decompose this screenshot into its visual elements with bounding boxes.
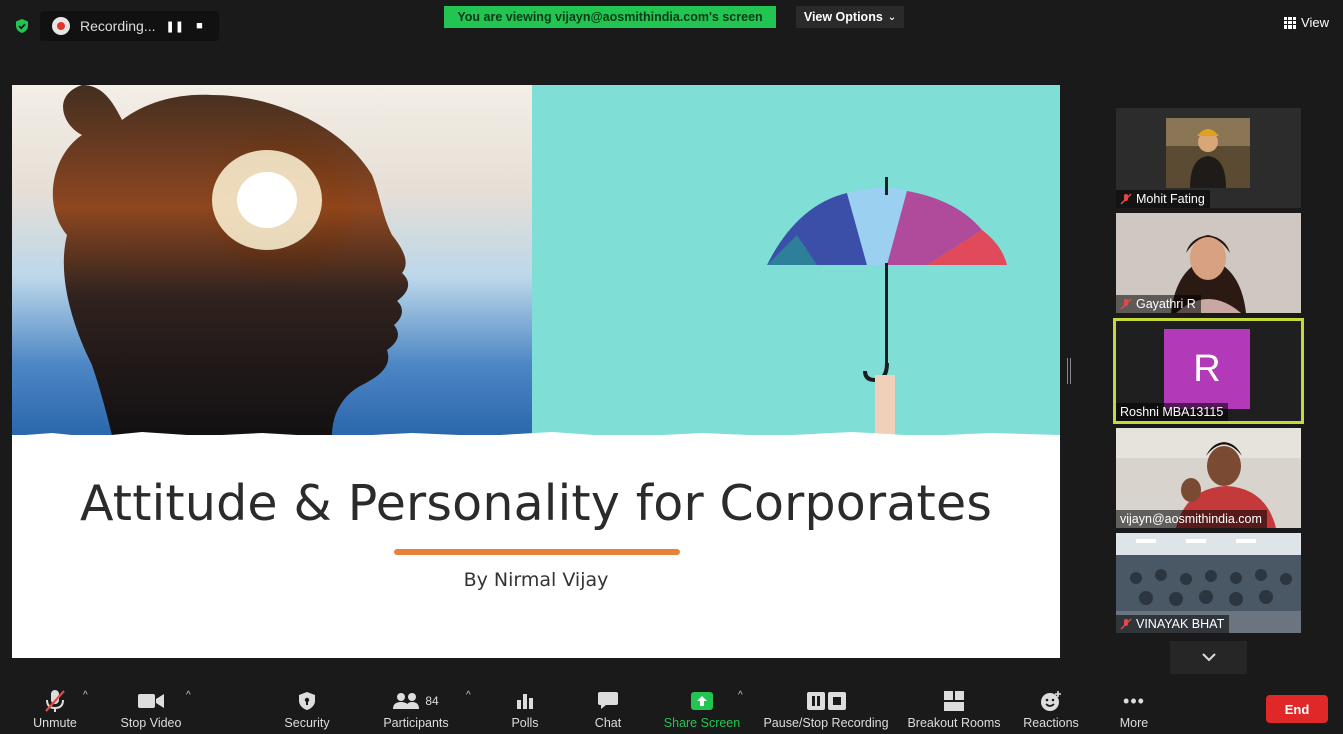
participants-count: 84 [425,694,439,708]
slide-title: Attitude & Personality for Corporates [79,475,993,532]
umbrella-image [532,85,1060,445]
scroll-participants-down-button[interactable] [1170,641,1247,674]
end-meeting-button[interactable]: End [1266,695,1328,723]
share-options-caret[interactable]: ^ [738,690,743,701]
polls-icon [517,694,533,709]
shield-icon [299,692,315,710]
participants-button[interactable]: 84 Participants [376,680,456,734]
view-options-button[interactable]: View Options ⌄ [796,6,904,28]
title-underline [394,549,680,555]
mic-muted-icon [45,690,65,712]
more-dots-icon: ••• [1123,690,1145,711]
pause-icon [806,692,825,710]
view-options-label: View Options [803,10,883,24]
participant-tile-active-speaker[interactable]: R Roshni MBA13115 [1113,318,1304,424]
participant-avatar: R [1164,329,1250,409]
breakout-rooms-icon [944,691,964,711]
grid-view-icon [1284,16,1297,29]
participant-name-label: Mohit Fating [1116,190,1210,208]
participant-tile[interactable]: vijayn@aosmithindia.com [1116,428,1301,528]
top-left-controls: Recording... ❚❚ ■ [14,11,220,41]
stop-recording-icon[interactable]: ■ [191,20,207,32]
view-label: View [1301,15,1329,30]
pause-stop-recording-button[interactable]: Pause/Stop Recording [760,680,892,734]
video-options-caret[interactable]: ^ [186,690,191,701]
chat-button[interactable]: Chat [588,680,628,734]
stop-video-button[interactable]: Stop Video [112,680,190,734]
audio-options-caret[interactable]: ^ [83,690,88,701]
participants-options-caret[interactable]: ^ [466,690,471,701]
chevron-down-icon: ⌄ [887,11,897,23]
mic-muted-icon [1120,618,1132,630]
share-screen-icon [691,692,713,710]
mic-muted-icon [1120,193,1132,205]
chevron-down-icon [1201,653,1216,662]
participant-name-label: Gayathri R [1116,295,1201,313]
more-button[interactable]: ••• More [1114,680,1154,734]
meeting-toolbar: Unmute ^ Stop Video ^ Security 84 Partic… [0,680,1343,734]
reactions-button[interactable]: Reactions [1018,680,1084,734]
stop-icon [827,692,846,710]
polls-button[interactable]: Polls [505,680,545,734]
recording-indicator: Recording... ❚❚ ■ [40,11,220,41]
panel-resize-handle[interactable] [1067,358,1071,384]
chat-icon [598,692,618,709]
pause-recording-icon[interactable]: ❚❚ [165,20,183,33]
participant-tile[interactable]: VINAYAK BHAT [1116,533,1301,633]
participant-video [1166,118,1250,188]
breakout-rooms-button[interactable]: Breakout Rooms [902,680,1006,734]
security-button[interactable]: Security [278,680,336,734]
viewing-screen-banner: You are viewing vijayn@aosmithindia.com'… [444,6,776,28]
participant-tile[interactable]: Mohit Fating [1116,108,1301,208]
participant-name-label: VINAYAK BHAT [1116,615,1230,633]
security-shield-icon[interactable] [14,18,30,34]
cloud-recording-icon [52,17,70,35]
slide-subtitle: By Nirmal Vijay [463,569,609,591]
view-layout-button[interactable]: View [1284,15,1329,30]
mic-muted-icon [1120,298,1132,310]
recording-label: Recording... [80,18,156,34]
shared-screen-slide: Attitude & Personality for Corporates By… [12,85,1060,658]
participant-name-label: Roshni MBA13115 [1116,403,1229,421]
unmute-button[interactable]: Unmute [30,680,80,734]
silhouette-sunset-image [12,85,532,435]
participant-name-label: vijayn@aosmithindia.com [1116,510,1267,528]
video-camera-icon [138,694,164,708]
participants-icon [393,693,420,709]
participant-tile[interactable]: Gayathri R [1116,213,1301,313]
reactions-icon [1041,691,1061,711]
share-screen-button[interactable]: Share Screen [660,680,744,734]
